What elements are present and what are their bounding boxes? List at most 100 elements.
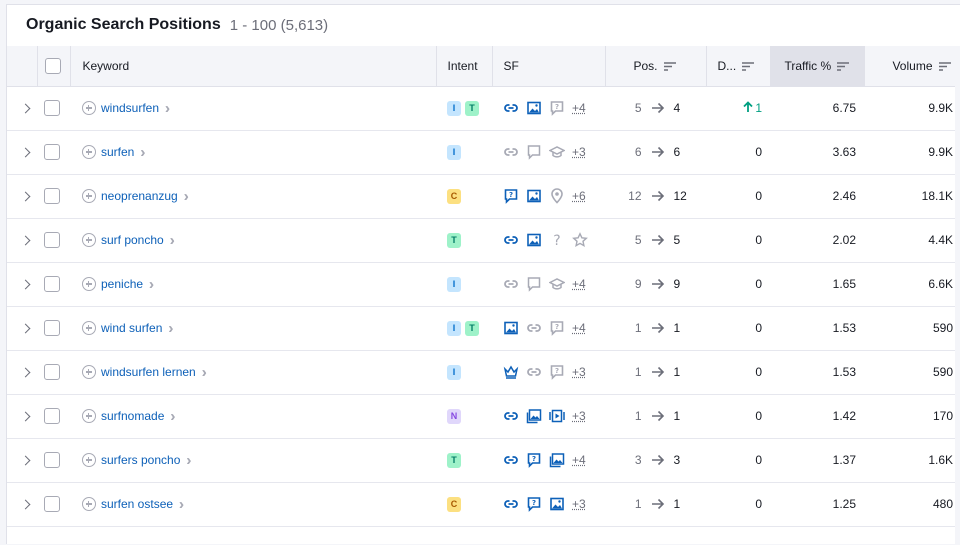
row-checkbox[interactable] bbox=[44, 320, 60, 336]
link-icon[interactable] bbox=[526, 364, 542, 380]
review-icon[interactable] bbox=[526, 144, 542, 160]
intent-badge[interactable]: C bbox=[447, 496, 461, 512]
sort-icon[interactable] bbox=[938, 62, 951, 71]
row-checkbox[interactable] bbox=[44, 496, 60, 512]
keyword-link[interactable]: surfnomade bbox=[101, 409, 164, 423]
header-keyword[interactable]: Keyword bbox=[70, 46, 437, 87]
link-icon[interactable] bbox=[503, 408, 519, 424]
faq-icon[interactable]: ? bbox=[503, 188, 519, 204]
sort-icon[interactable] bbox=[742, 62, 755, 71]
chevron-right-icon[interactable] bbox=[20, 103, 31, 114]
more-features-link[interactable]: +3 bbox=[572, 365, 586, 379]
row-checkbox[interactable] bbox=[44, 188, 60, 204]
cap-icon[interactable] bbox=[549, 276, 565, 292]
intent-badge[interactable]: T bbox=[447, 452, 461, 468]
cap-icon[interactable] bbox=[549, 144, 565, 160]
keyword-link[interactable]: surfen ostsee bbox=[101, 497, 173, 511]
keyword-link[interactable]: wind surfen bbox=[101, 321, 162, 335]
add-keyword-icon[interactable] bbox=[82, 145, 96, 159]
keyword-link[interactable]: surfers poncho bbox=[101, 453, 180, 467]
add-keyword-icon[interactable] bbox=[82, 233, 96, 247]
add-keyword-icon[interactable] bbox=[82, 189, 96, 203]
intent-badge[interactable]: I bbox=[447, 100, 461, 116]
row-checkbox[interactable] bbox=[44, 100, 60, 116]
row-checkbox[interactable] bbox=[44, 408, 60, 424]
more-features-link[interactable]: +6 bbox=[572, 189, 586, 203]
header-position[interactable]: Pos. bbox=[605, 46, 707, 87]
image-icon[interactable] bbox=[526, 100, 542, 116]
link-icon[interactable] bbox=[503, 144, 519, 160]
more-features-link[interactable]: +4 bbox=[572, 453, 586, 467]
intent-badge[interactable]: I bbox=[447, 276, 461, 292]
add-keyword-icon[interactable] bbox=[82, 453, 96, 467]
chevron-right-icon[interactable] bbox=[20, 455, 31, 466]
chevron-right-icon[interactable] bbox=[20, 235, 31, 246]
more-features-link[interactable]: +3 bbox=[572, 409, 586, 423]
add-keyword-icon[interactable] bbox=[82, 409, 96, 423]
link-icon[interactable] bbox=[503, 496, 519, 512]
question-icon[interactable]: ? bbox=[549, 232, 565, 248]
faq-icon[interactable]: ? bbox=[526, 496, 542, 512]
select-all-checkbox[interactable] bbox=[44, 57, 61, 74]
image-icon[interactable] bbox=[503, 320, 519, 336]
image-icon[interactable] bbox=[526, 188, 542, 204]
crown-icon[interactable] bbox=[503, 364, 519, 380]
video-icon[interactable] bbox=[549, 408, 565, 424]
chevron-right-icon[interactable] bbox=[20, 411, 31, 422]
image-icon[interactable] bbox=[549, 496, 565, 512]
link-icon[interactable] bbox=[503, 100, 519, 116]
header-difference[interactable]: D... bbox=[706, 46, 771, 87]
header-intent[interactable]: Intent bbox=[436, 46, 493, 87]
link-icon[interactable] bbox=[503, 452, 519, 468]
chevron-right-icon[interactable] bbox=[20, 367, 31, 378]
keyword-link[interactable]: neoprenanzug bbox=[101, 189, 178, 203]
more-features-link[interactable]: +4 bbox=[572, 277, 586, 291]
faq-icon[interactable]: ? bbox=[549, 320, 565, 336]
faq-icon[interactable]: ? bbox=[549, 100, 565, 116]
add-keyword-icon[interactable] bbox=[82, 497, 96, 511]
add-keyword-icon[interactable] bbox=[82, 321, 96, 335]
link-icon[interactable] bbox=[503, 276, 519, 292]
more-features-link[interactable]: +3 bbox=[572, 145, 586, 159]
more-features-link[interactable]: +3 bbox=[572, 497, 586, 511]
keyword-link[interactable]: windsurfen bbox=[101, 101, 159, 115]
row-checkbox[interactable] bbox=[44, 144, 60, 160]
gallery-icon[interactable] bbox=[526, 408, 542, 424]
chevron-right-icon[interactable] bbox=[20, 323, 31, 334]
row-checkbox[interactable] bbox=[44, 452, 60, 468]
intent-badge[interactable]: I bbox=[447, 320, 461, 336]
chevron-right-icon[interactable] bbox=[20, 191, 31, 202]
keyword-link[interactable]: peniche bbox=[101, 277, 143, 291]
add-keyword-icon[interactable] bbox=[82, 365, 96, 379]
image-icon[interactable] bbox=[526, 232, 542, 248]
star-icon[interactable] bbox=[572, 232, 588, 248]
row-checkbox[interactable] bbox=[44, 232, 60, 248]
intent-badge[interactable]: T bbox=[465, 100, 479, 116]
header-sf[interactable]: SF bbox=[492, 46, 606, 87]
intent-badge[interactable]: C bbox=[447, 188, 461, 204]
link-icon[interactable] bbox=[503, 232, 519, 248]
intent-badge[interactable]: I bbox=[447, 364, 461, 380]
keyword-link[interactable]: windsurfen lernen bbox=[101, 365, 196, 379]
intent-badge[interactable]: T bbox=[447, 232, 461, 248]
chevron-right-icon[interactable] bbox=[20, 279, 31, 290]
header-traffic[interactable]: Traffic % bbox=[770, 46, 865, 87]
keyword-link[interactable]: surfen bbox=[101, 145, 134, 159]
link-icon[interactable] bbox=[526, 320, 542, 336]
add-keyword-icon[interactable] bbox=[82, 101, 96, 115]
gallery-icon[interactable] bbox=[549, 452, 565, 468]
more-features-link[interactable]: +4 bbox=[572, 321, 586, 335]
more-features-link[interactable]: +4 bbox=[572, 101, 586, 115]
chevron-right-icon[interactable] bbox=[20, 147, 31, 158]
intent-badge[interactable]: T bbox=[465, 320, 479, 336]
scrollbar[interactable] bbox=[955, 46, 960, 545]
sort-icon[interactable] bbox=[663, 62, 676, 71]
intent-badge[interactable]: N bbox=[447, 408, 461, 424]
row-checkbox[interactable] bbox=[44, 364, 60, 380]
row-checkbox[interactable] bbox=[44, 276, 60, 292]
sort-icon[interactable] bbox=[837, 62, 850, 71]
chevron-right-icon[interactable] bbox=[20, 499, 31, 510]
add-keyword-icon[interactable] bbox=[82, 277, 96, 291]
header-volume[interactable]: Volume bbox=[864, 46, 960, 87]
faq-icon[interactable]: ? bbox=[526, 452, 542, 468]
